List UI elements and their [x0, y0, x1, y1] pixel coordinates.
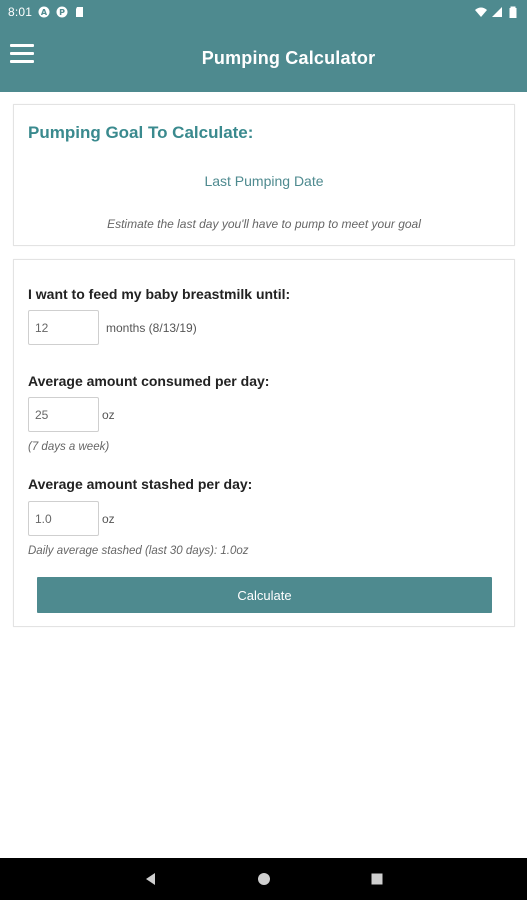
sd-card-icon: [76, 7, 84, 17]
a-circle-icon: A: [38, 6, 50, 18]
p-circle-icon: P: [56, 6, 68, 18]
status-bar: 8:01 A P: [0, 0, 527, 24]
svg-text:A: A: [41, 8, 48, 17]
status-time: 8:01: [8, 5, 33, 19]
goal-heading: Pumping Goal To Calculate:: [28, 123, 254, 142]
back-icon[interactable]: [143, 871, 159, 887]
signal-icon: [492, 7, 502, 17]
stashed-note: Daily average stashed (last 30 days): 1.…: [28, 545, 249, 557]
consumed-input[interactable]: [28, 397, 99, 432]
goal-selector[interactable]: Last Pumping Date: [14, 173, 514, 189]
stashed-unit: oz: [102, 512, 115, 526]
consumed-unit: oz: [102, 408, 115, 422]
status-left: 8:01 A P: [8, 5, 86, 19]
system-nav-bar: [0, 858, 527, 900]
stashed-input[interactable]: [28, 501, 99, 536]
calculator-form: I want to feed my baby breastmilk until:…: [13, 259, 515, 627]
stashed-label: Average amount stashed per day:: [28, 476, 253, 492]
home-icon[interactable]: [256, 871, 272, 887]
goal-description: Estimate the last day you'll have to pum…: [107, 217, 421, 231]
feed-until-label: I want to feed my baby breastmilk until:: [28, 286, 291, 302]
battery-icon: [509, 6, 517, 18]
svg-text:P: P: [59, 8, 65, 17]
goal-card: Pumping Goal To Calculate: Last Pumping …: [13, 104, 515, 246]
app-bar: Pumping Calculator: [0, 24, 527, 92]
consumed-note: (7 days a week): [28, 441, 110, 453]
status-right: [475, 6, 519, 18]
consumed-label: Average amount consumed per day:: [28, 373, 270, 389]
calculate-button[interactable]: Calculate: [37, 577, 492, 613]
app-title: Pumping Calculator: [201, 47, 376, 68]
months-unit: months (8/13/19): [106, 321, 197, 335]
recents-icon[interactable]: [369, 871, 385, 887]
months-input[interactable]: [28, 310, 99, 345]
wifi-icon: [475, 7, 487, 17]
hamburger-menu-icon[interactable]: [10, 44, 36, 70]
